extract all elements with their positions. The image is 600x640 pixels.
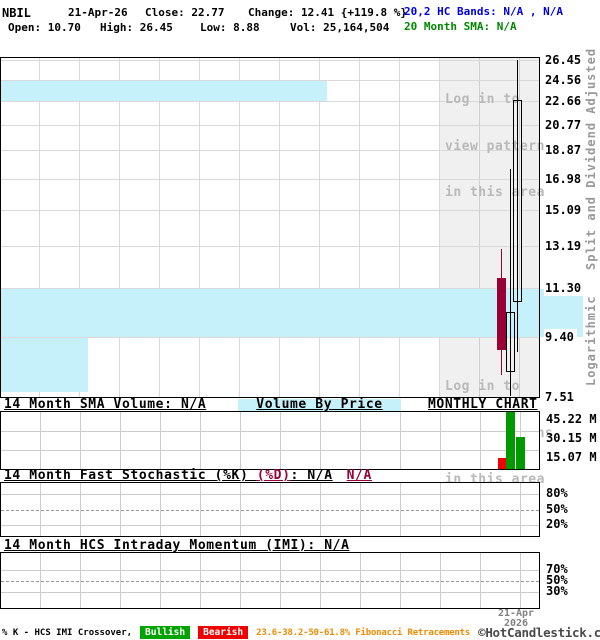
oscillator-tick-label: 80% xyxy=(546,486,568,500)
oscillator-gridline xyxy=(1,510,539,511)
price-tick-label: 13.19 xyxy=(544,238,585,254)
candle-body-bearish xyxy=(497,278,506,350)
fibonacci-legend-label: 23.6-38.2-50-61.8% Fibonacci Retracement… xyxy=(256,627,471,638)
volume-gridline xyxy=(1,450,539,451)
price-axis-scale-label: Logarithmic xyxy=(584,295,598,386)
candlesticks-layer xyxy=(0,57,540,398)
volume-by-price-label: Volume By Price xyxy=(238,398,401,411)
volume-panel xyxy=(0,411,540,470)
volume-tick-label: 45.22 M xyxy=(546,412,597,426)
oscillator-gridline xyxy=(1,494,539,495)
low-value: Low: 8.88 xyxy=(200,21,260,34)
oscillator-gridline xyxy=(1,581,539,582)
price-tick-label: 22.66 xyxy=(544,93,585,109)
quote-date: 21-Apr-26 xyxy=(68,6,128,19)
price-tick-label: 26.45 xyxy=(544,52,585,68)
high-value: High: 26.45 xyxy=(100,21,173,34)
oscillator-gridline xyxy=(1,592,539,593)
oscillator-tick-label: 20% xyxy=(546,517,568,531)
price-tick-label: 20.77 xyxy=(544,117,585,133)
volume-bar-bullish xyxy=(506,412,515,469)
candle-body-bullish xyxy=(513,100,522,302)
bullish-badge: Bullish xyxy=(140,626,191,639)
price-tick-label: 9.40 xyxy=(544,329,577,345)
open-value: Open: 10.70 xyxy=(8,21,81,34)
volume-value: Vol: 25,164,504 xyxy=(290,21,390,34)
ticker-symbol: NBIL xyxy=(2,6,31,20)
volume-sma-title: 14 Month SMA Volume: N/A xyxy=(4,397,207,412)
change-value: Change: 12.41 {+119.8 %} xyxy=(248,6,407,19)
legend-footer: % K - HCS IMI Crossover, Bullish Bearish… xyxy=(0,625,600,640)
stock-chart-page: NBIL 21-Apr-26 Close: 22.77 Change: 12.4… xyxy=(0,0,600,640)
price-tick-label: 15.09 xyxy=(544,202,585,218)
crossover-legend-label: % K - HCS IMI Crossover, xyxy=(2,627,133,638)
volume-tick-label: 30.15 M xyxy=(546,431,597,445)
price-tick-label: 24.56 xyxy=(544,72,585,88)
hc-bands-value: 20,2 HC Bands: N/A , N/A xyxy=(404,5,563,18)
imi-title: 14 Month HCS Intraday Momentum (IMI): N/… xyxy=(4,538,350,553)
price-tick-label: 11.30 xyxy=(544,280,585,296)
sma-value: 20 Month SMA: N/A xyxy=(404,20,517,33)
stochastic-panel xyxy=(0,482,540,537)
imi-panel xyxy=(0,552,540,609)
price-axis-adjustment-label: Split and Dividend Adjusted xyxy=(584,47,598,270)
price-tick-label: 16.98 xyxy=(544,171,585,187)
close-value: Close: 22.77 xyxy=(145,6,225,19)
copyright-link[interactable]: ©HotCandlestick.com xyxy=(478,625,600,640)
oscillator-tick-label: 50% xyxy=(546,502,568,516)
price-tick-label: 7.51 xyxy=(544,389,577,405)
volume-gridline xyxy=(1,431,539,432)
candle-body-bullish xyxy=(506,312,515,372)
price-tick-label: 18.87 xyxy=(544,142,585,158)
oscillator-gridline xyxy=(1,570,539,571)
oscillator-gridline xyxy=(1,525,539,526)
volume-tick-label: 15.07 M xyxy=(546,450,597,464)
chart-type-label: MONTHLY CHART xyxy=(428,397,538,412)
stochastic-title: 14 Month Fast Stochastic (%K) (%D): N/A N… xyxy=(4,468,372,483)
bearish-badge: Bearish xyxy=(198,626,249,639)
volume-bar-bullish xyxy=(516,437,525,469)
oscillator-tick-label: 30% xyxy=(546,584,568,598)
